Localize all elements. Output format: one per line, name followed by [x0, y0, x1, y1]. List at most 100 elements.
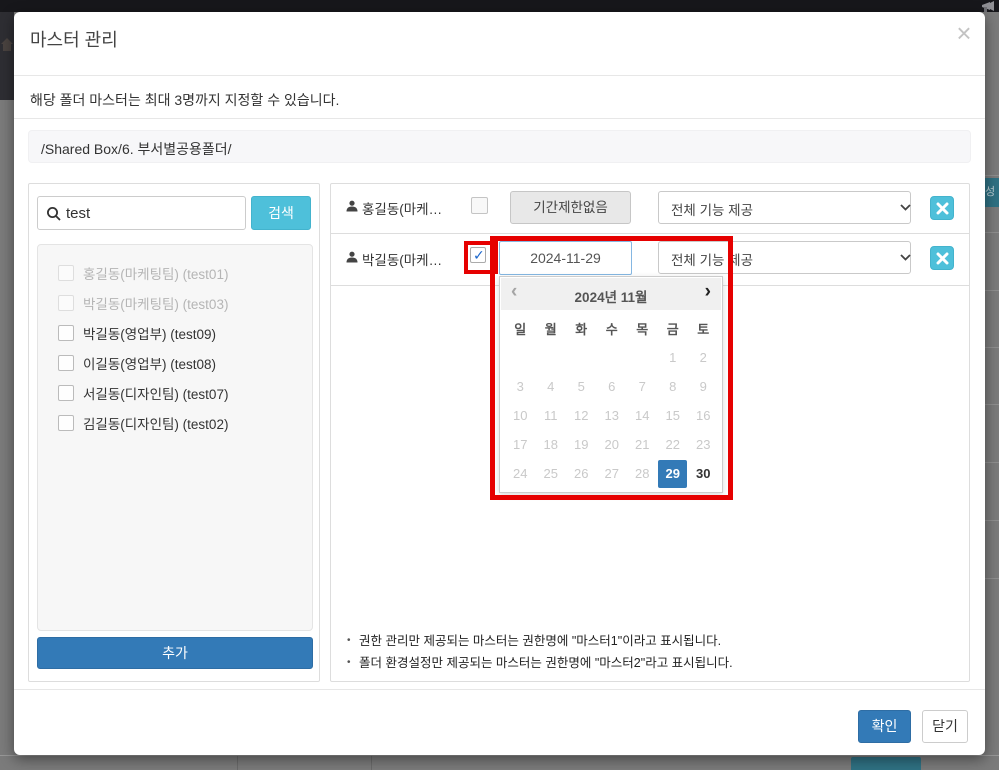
calendar-day-disabled: 1	[658, 344, 687, 372]
background-bottom	[0, 755, 999, 770]
user-list-item[interactable]: 홍길동(마케팅팀) (test01)	[38, 258, 312, 288]
calendar-day-disabled: 25	[536, 460, 565, 488]
calendar-day-disabled: 19	[567, 431, 596, 459]
calendar-month-title: 2024년 11월	[501, 286, 721, 306]
notes: 권한 관리만 제공되는 마스터는 권한명에 "마스터1"이라고 표시됩니다.폴더…	[347, 630, 947, 674]
user-checkbox[interactable]	[58, 265, 74, 281]
remove-master-button[interactable]	[930, 196, 954, 220]
remove-master-button[interactable]	[930, 246, 954, 270]
calendar-day-disabled: 2	[689, 344, 718, 372]
permission-select[interactable]: 전체 기능 제공	[658, 191, 911, 224]
master-checkbox[interactable]	[471, 197, 488, 214]
permission-select[interactable]: 전체 기능 제공	[658, 241, 911, 274]
calendar-day-disabled: 27	[597, 460, 626, 488]
calendar-day-empty	[628, 344, 657, 372]
weekday-label: 수	[606, 319, 618, 338]
calendar-day-disabled: 26	[567, 460, 596, 488]
weekday-label: 토	[697, 319, 709, 338]
user-list-item[interactable]: 서길동(디자인팀) (test07)	[38, 378, 312, 408]
calendar-day-disabled: 18	[536, 431, 565, 459]
search-button[interactable]: 검색	[251, 196, 311, 230]
calendar-day-disabled: 14	[628, 402, 657, 430]
calendar-day-disabled: 3	[506, 373, 535, 401]
confirm-button[interactable]: 확인	[858, 710, 911, 743]
user-checkbox[interactable]	[58, 415, 74, 431]
home-icon	[0, 36, 13, 57]
calendar-day-disabled: 20	[597, 431, 626, 459]
person-icon	[346, 251, 358, 263]
calendar-day-disabled: 4	[536, 373, 565, 401]
calendar-grid: 1234567891011121314151617181920212223242…	[505, 343, 719, 488]
add-button[interactable]: 추가	[37, 637, 313, 669]
search-box	[37, 196, 246, 230]
master-checkbox-checked[interactable]	[470, 247, 486, 263]
background-topbar	[0, 0, 999, 12]
calendar-day-selected[interactable]: 29	[658, 460, 687, 488]
no-period-limit-button[interactable]: 기간제한없음	[510, 191, 631, 224]
calendar-day-disabled: 10	[506, 402, 535, 430]
weekday-label: 월	[545, 319, 557, 338]
permission-select-value: 전체 기능 제공	[671, 199, 753, 219]
divider	[14, 689, 985, 690]
user-list-item[interactable]: 김길동(디자인팀) (test02)	[38, 408, 312, 438]
expiry-date-field	[499, 241, 632, 275]
user-checkbox[interactable]	[58, 385, 74, 401]
calendar-day-disabled: 15	[658, 402, 687, 430]
calendar-day-disabled: 7	[628, 373, 657, 401]
permission-select-value: 전체 기능 제공	[671, 249, 753, 269]
calendar-weekdays: 일월화수목금토	[505, 319, 719, 338]
row-divider	[331, 233, 969, 234]
user-list-item[interactable]: 이길동(영업부) (test08)	[38, 348, 312, 378]
user-label: 홍길동(마케팅팀) (test01)	[83, 263, 228, 283]
expiry-date-input[interactable]	[500, 243, 631, 273]
calendar-day-disabled: 16	[689, 402, 718, 430]
calendar-day-disabled: 21	[628, 431, 657, 459]
folder-path: /Shared Box/6. 부서별공용폴더/	[41, 139, 232, 159]
calendar-day[interactable]: 30	[689, 460, 718, 488]
user-checkbox[interactable]	[58, 295, 74, 311]
calendar-day-disabled: 5	[567, 373, 596, 401]
user-label: 박길동(마케팅팀) (test03)	[83, 293, 228, 313]
weekday-label: 목	[636, 319, 648, 338]
calendar-day-empty	[597, 344, 626, 372]
user-list-item[interactable]: 박길동(마케팅팀) (test03)	[38, 288, 312, 318]
user-label: 박길동(영업부) (test09)	[83, 323, 216, 343]
user-list-item[interactable]: 박길동(영업부) (test09)	[38, 318, 312, 348]
user-checkbox[interactable]	[58, 325, 74, 341]
calendar-header: ‹ 2024년 11월 ›	[501, 278, 721, 310]
user-label: 김길동(디자인팀) (test02)	[83, 413, 228, 433]
cancel-button[interactable]: 닫기	[922, 710, 968, 743]
calendar-day-disabled: 13	[597, 402, 626, 430]
background-teal-button	[851, 757, 921, 770]
calendar-day-empty	[506, 344, 535, 372]
close-icon[interactable]: ×	[950, 20, 978, 48]
user-list: 홍길동(마케팅팀) (test01) 박길동(마케팅팀) (test03) 박길…	[37, 244, 313, 631]
calendar-day-disabled: 8	[658, 373, 687, 401]
dialog-subtitle: 해당 폴더 마스터는 최대 3명까지 지정할 수 있습니다.	[30, 90, 339, 110]
calendar-day-empty	[536, 344, 565, 372]
weekday-label: 화	[575, 319, 587, 338]
user-label: 서길동(디자인팀) (test07)	[83, 383, 228, 403]
search-input[interactable]	[66, 198, 242, 228]
dialog-title: 마스터 관리	[30, 26, 118, 52]
folder-path-box: /Shared Box/6. 부서별공용폴더/	[28, 130, 971, 163]
calendar-day-disabled: 24	[506, 460, 535, 488]
user-search-panel: 검색 홍길동(마케팅팀) (test01) 박길동(마케팅팀) (test03)…	[28, 183, 320, 682]
user-checkbox[interactable]	[58, 355, 74, 371]
date-picker-calendar: ‹ 2024년 11월 › 일월화수목금토 123456789101112131…	[499, 276, 723, 493]
calendar-day-disabled: 28	[628, 460, 657, 488]
divider	[14, 118, 985, 119]
note-line: 권한 관리만 제공되는 마스터는 권한명에 "마스터1"이라고 표시됩니다.	[347, 630, 947, 652]
background-button-fragment: 성	[985, 178, 999, 207]
calendar-day-disabled: 23	[689, 431, 718, 459]
calendar-day-disabled: 9	[689, 373, 718, 401]
calendar-next-icon[interactable]: ›	[705, 281, 711, 303]
master-management-dialog: 마스터 관리 × 해당 폴더 마스터는 최대 3명까지 지정할 수 있습니다. …	[14, 12, 985, 755]
user-label: 이길동(영업부) (test08)	[83, 353, 216, 373]
master-name: 박길동(마케…	[362, 249, 442, 269]
master-name: 홍길동(마케…	[362, 198, 442, 218]
person-icon	[346, 200, 358, 212]
calendar-day-disabled: 12	[567, 402, 596, 430]
weekday-label: 금	[667, 319, 679, 338]
calendar-day-disabled: 17	[506, 431, 535, 459]
